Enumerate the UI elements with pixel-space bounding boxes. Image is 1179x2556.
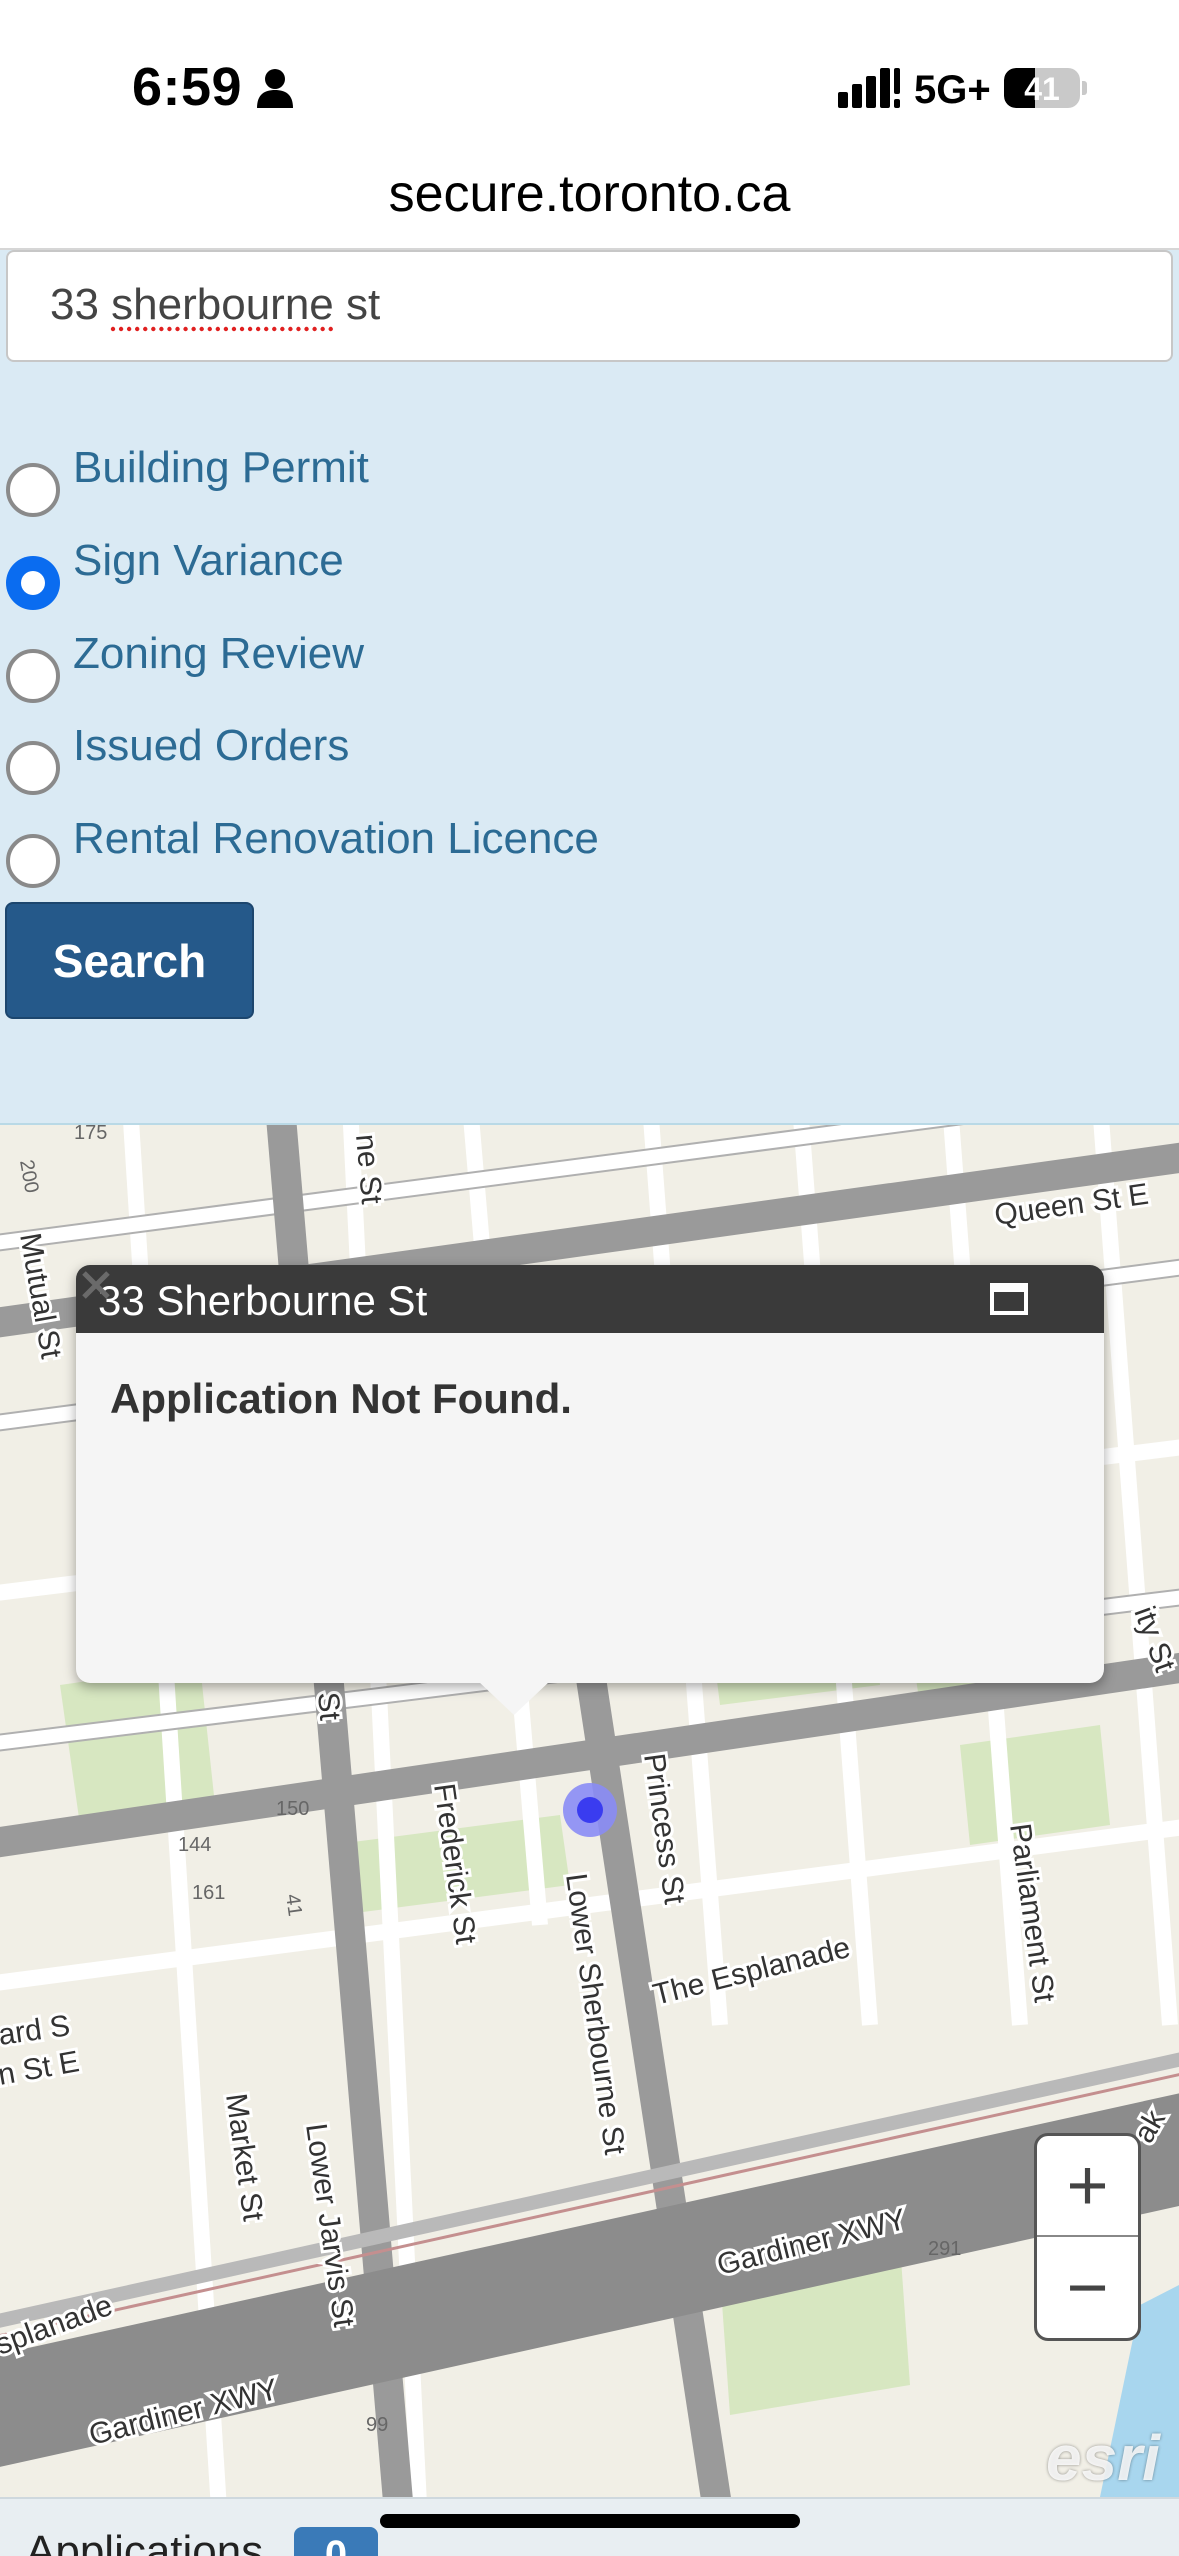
url-bar[interactable]: secure.toronto.ca (0, 150, 1179, 250)
status-bar: 6:59 5G+ 41 (0, 0, 1179, 150)
radio-button-selected[interactable] (6, 556, 60, 610)
street-label: ne St (349, 1133, 388, 1206)
search-button[interactable]: Search (5, 902, 254, 1019)
option-label: Rental Renovation Licence (73, 814, 599, 863)
popup-header: 33 Sherbourne St (76, 1265, 1104, 1333)
option-label: Building Permit (73, 443, 369, 492)
street-label: Market St (219, 2091, 270, 2223)
radio-button[interactable] (6, 741, 60, 795)
battery-icon: 41 (1004, 68, 1087, 108)
address-number: 175 (74, 1125, 107, 1144)
clock: 6:59 (132, 57, 243, 117)
address-number: 144 (178, 1834, 211, 1856)
option-sign-variance[interactable]: Sign Variance (6, 536, 806, 610)
street-label: n St E (0, 2045, 82, 2092)
battery-level: 41 (1024, 71, 1060, 107)
address-number: 161 (192, 1882, 225, 1904)
address-number: 99 (366, 2414, 388, 2436)
option-label: Sign Variance (73, 536, 344, 585)
misspelled-word: sherbourne (111, 280, 334, 329)
address-number: 291 (928, 2238, 961, 2260)
results-label: Applications (26, 2527, 264, 2556)
network-type: 5G+ (914, 68, 991, 112)
esri-logo: esri (1046, 2422, 1160, 2494)
address-value: 33 sherbourne st (50, 280, 381, 329)
street-label: St (311, 1691, 346, 1723)
option-zoning-review[interactable]: Zoning Review (6, 629, 806, 703)
radio-button[interactable] (6, 834, 60, 888)
close-icon[interactable] (76, 1265, 116, 1305)
option-label: Zoning Review (73, 629, 365, 678)
option-issued-orders[interactable]: Issued Orders (6, 721, 806, 795)
home-indicator[interactable] (380, 2514, 800, 2528)
search-form: 33 sherbourne st Building Permit Sign Va… (0, 250, 1179, 1125)
popup-title: 33 Sherbourne St (98, 1277, 428, 1324)
zoom-control: + − (1034, 2133, 1141, 2341)
street-label: ard S (0, 2009, 72, 2052)
option-label: Issued Orders (73, 721, 350, 770)
person-icon (257, 69, 293, 108)
url-text: secure.toronto.ca (388, 165, 791, 223)
option-rental-renovation-licence[interactable]: Rental Renovation Licence (6, 814, 806, 888)
radio-button[interactable] (6, 649, 60, 703)
zoom-out-button[interactable]: − (1037, 2238, 1138, 2338)
popup-message: Application Not Found. (110, 1375, 572, 1422)
maximize-icon[interactable] (990, 1283, 1028, 1315)
popup-pointer (478, 1681, 550, 1715)
address-number: 150 (276, 1798, 309, 1820)
street-label: Mutual St (13, 1230, 68, 1361)
address-input[interactable]: 33 sherbourne st (6, 250, 1173, 362)
map-view[interactable]: Queen St E Mutual St ne St Frederick St … (0, 1125, 1179, 2497)
info-popup: 33 Sherbourne St Application Not Found. (76, 1265, 1104, 1683)
street-label: The Esplanade (650, 1931, 854, 2012)
radio-button[interactable] (6, 463, 60, 517)
option-building-permit[interactable]: Building Permit (6, 443, 806, 517)
zoom-in-button[interactable]: + (1037, 2136, 1138, 2237)
results-count-badge: 0 (294, 2527, 378, 2556)
street-label: Princess St (637, 1751, 691, 1906)
address-number: 41 (281, 1893, 306, 1918)
address-number: 200 (15, 1158, 42, 1195)
signal-icon (838, 68, 900, 108)
